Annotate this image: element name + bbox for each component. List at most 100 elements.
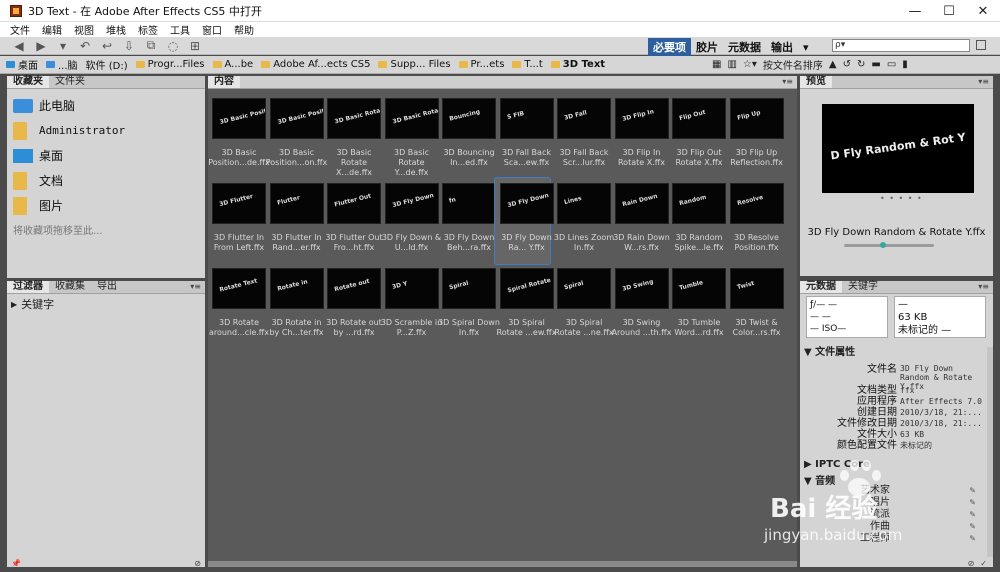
thumbnail-item[interactable]: S FIB 3D Fall Back Sca...ew.ffx [499, 94, 554, 176]
breadcrumb-item[interactable]: A...be [212, 59, 253, 70]
favorite-documents[interactable]: 文档 [13, 168, 199, 193]
delete-icon[interactable]: ▮ [902, 59, 908, 70]
thumbnail-item[interactable]: Rain Down 3D Rain Down W...rs.ffx [613, 179, 670, 261]
tab-export[interactable]: 导出 [91, 281, 123, 293]
maximize-button[interactable]: ☐ [932, 0, 966, 22]
thumbnail-item[interactable]: Rotate out 3D Rotate out by ...rd.ffx [326, 264, 382, 346]
thumbnail-item[interactable]: Random 3D Random Spike...le.ffx [672, 179, 726, 261]
thumbnail-item[interactable]: Flip Up 3D Flip Up Reflection.ffx [729, 94, 784, 176]
breadcrumb-current[interactable]: 3D Text [550, 59, 605, 70]
search-input[interactable]: ρ▾ [832, 39, 970, 52]
tab-preview[interactable]: 预览 [800, 76, 832, 88]
thumbnail-item[interactable]: Spiral Rotate 3D Spiral Rotate ...ew.ffx [497, 264, 556, 346]
camera-download-icon[interactable]: ⇩ [122, 39, 136, 53]
audio-field-row[interactable]: 唱片 ✎ [800, 497, 976, 508]
compact-mode-icon[interactable] [976, 40, 986, 50]
thumbnail-item[interactable]: 3D Basic Position 3D Basic Position...de.… [208, 94, 270, 176]
thumbnail-item[interactable]: Flip Out 3D Flip Out Rotate X.ffx [672, 94, 726, 176]
favorite-pictures[interactable]: 图片 [13, 193, 199, 218]
recent-icon[interactable]: ↶ [78, 39, 92, 53]
star-filter-icon[interactable]: ☆▾ [743, 59, 757, 70]
audio-field-row[interactable]: 流派 ✎ [800, 509, 976, 520]
audio-field-row[interactable]: 艺术家 ✎ [800, 485, 976, 496]
panel-menu-icon[interactable]: ▾≡ [978, 282, 989, 291]
panel-menu-icon[interactable]: ▾≡ [782, 77, 793, 86]
workspace-more-icon[interactable]: ▾ [798, 40, 814, 55]
thumbnail-item[interactable]: 3D Basic Rotate 3D Basic Rotate X...de.ff… [327, 94, 381, 177]
workspace-metadata[interactable]: 元数据 [723, 38, 766, 56]
refine-icon[interactable]: ⧉ [144, 38, 158, 53]
pin-icon[interactable]: 📌 [11, 559, 21, 568]
breadcrumb-item[interactable]: Pr...ets [458, 59, 504, 70]
edit-pencil-icon[interactable]: ✎ [969, 497, 976, 508]
slider-knob[interactable] [880, 242, 886, 248]
tab-collections[interactable]: 收藏集 [49, 281, 91, 293]
thumbnail-item-selected[interactable]: 3D Fly Down 3D Fly Down Ra... Y.ffx [493, 177, 554, 265]
close-button[interactable]: ✕ [966, 0, 1000, 22]
menu-tools[interactable]: 工具 [170, 22, 190, 37]
tab-metadata[interactable]: 元数据 [800, 281, 842, 293]
minimize-button[interactable]: — [898, 0, 932, 22]
breadcrumb-item[interactable]: 桌面 [6, 57, 38, 72]
forward-icon[interactable]: ▶ [34, 39, 48, 53]
folder-icon[interactable]: ▬ [871, 59, 880, 70]
playback-slider[interactable] [844, 244, 934, 247]
section-file-properties[interactable]: ▼ 文件属性 [804, 343, 855, 358]
section-iptc-core[interactable]: ▶ IPTC Core [804, 459, 870, 470]
thumbnail-item[interactable]: 3D Basic Position 3D Basic Position...on.… [266, 94, 327, 176]
breadcrumb-item[interactable]: 软件 (D:) [86, 57, 128, 72]
cancel-icon[interactable]: ⊘ [968, 559, 975, 568]
back-icon[interactable]: ◀ [12, 39, 26, 53]
metadata-scrollbar[interactable] [987, 347, 993, 557]
panel-menu-icon[interactable]: ▾≡ [978, 77, 989, 86]
thumbnail-item[interactable]: 3D Flutter 3D Flutter In From Left.ffx [212, 179, 266, 261]
thumbnail-item[interactable]: fn 3D Fly Down Beh...ra.ffx [442, 179, 496, 261]
audio-field-row[interactable]: 工程师 ✎ [800, 533, 976, 544]
favorite-administrator[interactable]: Administrator [13, 118, 199, 143]
edit-pencil-icon[interactable]: ✎ [969, 509, 976, 520]
menu-file[interactable]: 文件 [10, 22, 30, 37]
edit-pencil-icon[interactable]: ✎ [969, 521, 976, 532]
favorite-desktop[interactable]: 桌面 [13, 143, 199, 168]
rotate-right-icon[interactable]: ↻ [857, 59, 865, 70]
thumbnail-item[interactable]: 3D Flip In 3D Flip In Rotate X.ffx [614, 94, 669, 176]
workspace-output[interactable]: 输出 [766, 38, 798, 56]
thumbnail-item[interactable]: 3D Swing 3D Swing Around ...th.ffx [612, 264, 671, 346]
menu-label[interactable]: 标签 [138, 22, 158, 37]
open-in-camera-raw-icon[interactable]: ◌ [166, 39, 180, 53]
thumbnail-item[interactable]: 3D Y 3D Scramble in P...Z.ffx [381, 264, 442, 346]
tab-favorites[interactable]: 收藏夹 [7, 76, 49, 88]
thumbnail-item[interactable]: Spiral 3D Spiral Rotate ...ne.ffx [554, 264, 614, 346]
audio-field-row[interactable]: 作曲 ✎ [800, 521, 976, 532]
thumbnail-item[interactable]: 3D Fall 3D Fall Back Scr...lur.ffx [557, 94, 611, 176]
thumbnail-item[interactable]: 3D Basic Rotate 3D Basic Rotate Y...de.ff… [384, 94, 439, 177]
apply-icon[interactable]: ✓ [980, 559, 987, 568]
thumbnail-item[interactable]: Tumble 3D Tumble Word...rd.ffx [672, 264, 726, 346]
menu-help[interactable]: 帮助 [234, 22, 254, 37]
menu-view[interactable]: 视图 [74, 22, 94, 37]
return-icon[interactable]: ↩ [100, 39, 114, 53]
thumbnail-item[interactable]: Spiral 3D Spiral Down In.ffx [438, 264, 500, 346]
thumbnail-item[interactable]: 3D Fly Down 3D Fly Down & U...ld.ffx [382, 179, 441, 261]
breadcrumb-item[interactable]: Supp... Files [378, 59, 451, 70]
tab-content[interactable]: 内容 [208, 76, 240, 88]
breadcrumb-item[interactable]: Adobe Af...ects CS5 [261, 59, 370, 70]
history-dropdown-icon[interactable]: ▾ [56, 39, 70, 53]
workspace-essentials[interactable]: 必要项 [648, 38, 691, 56]
workspace-filmstrip[interactable]: 胶片 [691, 38, 723, 56]
menu-edit[interactable]: 编辑 [42, 22, 62, 37]
thumbnail-item[interactable]: Rotate in 3D Rotate in by Ch...ter.ffx [269, 264, 324, 346]
view-options-icon[interactable]: ▥ [727, 59, 736, 70]
favorite-this-pc[interactable]: 此电脑 [13, 93, 199, 118]
thumbnail-item[interactable]: Resolve 3D Resolve Position.ffx [729, 179, 784, 261]
tab-filter[interactable]: 过滤器 [7, 281, 49, 293]
menu-window[interactable]: 窗口 [202, 22, 222, 37]
edit-pencil-icon[interactable]: ✎ [969, 533, 976, 544]
output-icon[interactable]: ⊞ [188, 39, 202, 53]
preview-image[interactable]: D Fly Random & Rot Y [822, 104, 974, 193]
panel-menu-icon[interactable]: ▾≡ [190, 282, 201, 291]
clear-filter-icon[interactable]: ⊘ [194, 559, 201, 568]
thumbnail-item[interactable]: Lines 3D Lines Zoom In.ffx [554, 179, 614, 261]
tab-keywords[interactable]: 关键字 [842, 281, 884, 293]
tab-folders[interactable]: 文件夹 [49, 76, 91, 88]
